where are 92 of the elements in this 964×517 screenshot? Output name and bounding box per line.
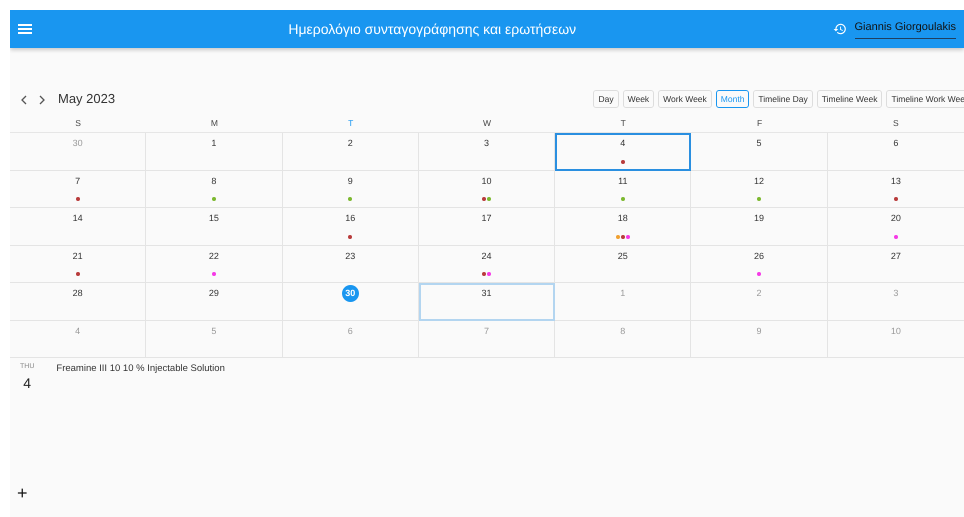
weekday-header: T <box>282 114 419 133</box>
day-number: 19 <box>753 212 766 225</box>
agenda-day: 4 <box>23 372 32 394</box>
month-label: May 2023 <box>58 90 116 108</box>
day-number: 5 <box>210 324 218 338</box>
day-number: 24 <box>480 250 492 262</box>
day-cell[interactable]: 8 <box>146 170 283 208</box>
day-cell[interactable]: 7 <box>10 170 146 208</box>
day-number: 10 <box>890 324 902 338</box>
weekday-header: S <box>828 114 964 133</box>
day-number: 6 <box>346 324 354 338</box>
day-number: 3 <box>892 287 900 300</box>
view-tab[interactable]: Day <box>593 90 619 108</box>
day-number: 27 <box>890 250 902 262</box>
day-cell[interactable]: 11 <box>555 170 692 208</box>
day-number: 1 <box>619 287 626 300</box>
day-cell[interactable]: 20 <box>828 208 964 246</box>
day-number: 22 <box>208 250 220 262</box>
app-title: Ημερολόγιο συνταγογράφησης και ερωτήσεων <box>287 20 578 39</box>
day-number: 30 <box>72 137 84 150</box>
day-cell[interactable]: 9 <box>282 170 419 208</box>
day-number: 9 <box>346 174 354 188</box>
day-cell[interactable]: 5 <box>691 133 828 170</box>
day-number: 7 <box>74 174 82 188</box>
day-number: 25 <box>616 250 629 262</box>
day-cell[interactable]: 25 <box>555 246 692 283</box>
day-number: 31 <box>480 287 492 300</box>
day-number: 9 <box>756 324 763 338</box>
view-tab[interactable]: Week <box>622 90 654 108</box>
weekday-header: F <box>691 114 828 133</box>
day-cell[interactable]: 18 <box>555 208 692 246</box>
day-cell[interactable]: 13 <box>828 170 964 208</box>
day-number: 20 <box>890 212 902 225</box>
day-number: 8 <box>210 174 218 188</box>
day-cell[interactable]: 6 <box>828 133 964 170</box>
day-number: 15 <box>208 212 220 225</box>
day-number: 7 <box>482 324 490 338</box>
history-icon[interactable] <box>832 22 846 36</box>
day-cell[interactable]: 24 <box>418 246 556 283</box>
weekday-header: S <box>10 114 146 133</box>
day-number: 16 <box>344 212 356 225</box>
day-number: 4 <box>619 137 626 150</box>
day-number: 11 <box>617 174 628 188</box>
day-cell[interactable]: 19 <box>691 208 828 246</box>
day-cell[interactable]: 22 <box>146 246 283 283</box>
day-cell[interactable]: 29 <box>146 283 283 320</box>
day-number: 23 <box>344 250 356 262</box>
view-tab[interactable]: Timeline Day <box>753 90 813 108</box>
day-number: 2 <box>756 287 763 300</box>
day-cell[interactable]: 14 <box>10 208 146 246</box>
day-number: 3 <box>482 137 490 150</box>
day-cell[interactable]: 21 <box>10 246 146 283</box>
day-number: 5 <box>756 137 763 150</box>
day-cell[interactable]: 10 <box>418 170 556 208</box>
day-cell[interactable]: 16 <box>282 208 419 246</box>
day-number: 6 <box>892 137 900 150</box>
day-cell[interactable]: 23 <box>282 246 419 283</box>
day-cell[interactable]: 17 <box>418 208 556 246</box>
day-number: 13 <box>890 174 902 188</box>
day-number: 12 <box>753 174 766 188</box>
day-cell[interactable]: 1 <box>146 133 283 170</box>
day-cell[interactable]: 4 <box>555 133 692 170</box>
day-number: 10 <box>480 174 492 188</box>
weekday-header: T <box>555 114 692 133</box>
day-number: 8 <box>619 324 626 338</box>
day-cell[interactable]: 27 <box>828 246 964 283</box>
day-number: 18 <box>616 212 629 225</box>
weekday-header: M <box>146 114 283 133</box>
day-cell[interactable]: 26 <box>691 246 828 283</box>
appointment-item[interactable]: Freamine III 10 10 % Injectable Solution <box>56 362 225 376</box>
weekday-header: W <box>418 114 556 133</box>
menu-icon[interactable] <box>18 23 32 35</box>
add-button[interactable]: + <box>16 484 28 502</box>
day-cell[interactable]: 31 <box>418 283 556 320</box>
user-dropdown[interactable]: Giannis Giorgoulakis <box>854 19 956 39</box>
day-number: 17 <box>480 212 492 225</box>
view-tab[interactable]: Work Week <box>658 90 712 108</box>
day-cell[interactable]: 2 <box>282 133 419 170</box>
view-tab[interactable]: Timeline Week <box>816 90 882 108</box>
day-number: 28 <box>72 287 84 300</box>
day-number: 29 <box>208 287 220 300</box>
day-cell[interactable]: 15 <box>146 208 283 246</box>
day-cell[interactable]: 28 <box>10 283 146 320</box>
day-number: 21 <box>72 250 84 262</box>
day-cell[interactable]: 3 <box>418 133 556 170</box>
day-number: 1 <box>210 137 218 150</box>
day-number: 14 <box>72 212 84 225</box>
day-number: 30 <box>342 285 359 302</box>
day-number: 4 <box>74 324 82 338</box>
day-number: 26 <box>753 250 766 262</box>
day-cell[interactable]: 12 <box>691 170 828 208</box>
day-number: 2 <box>346 137 354 150</box>
